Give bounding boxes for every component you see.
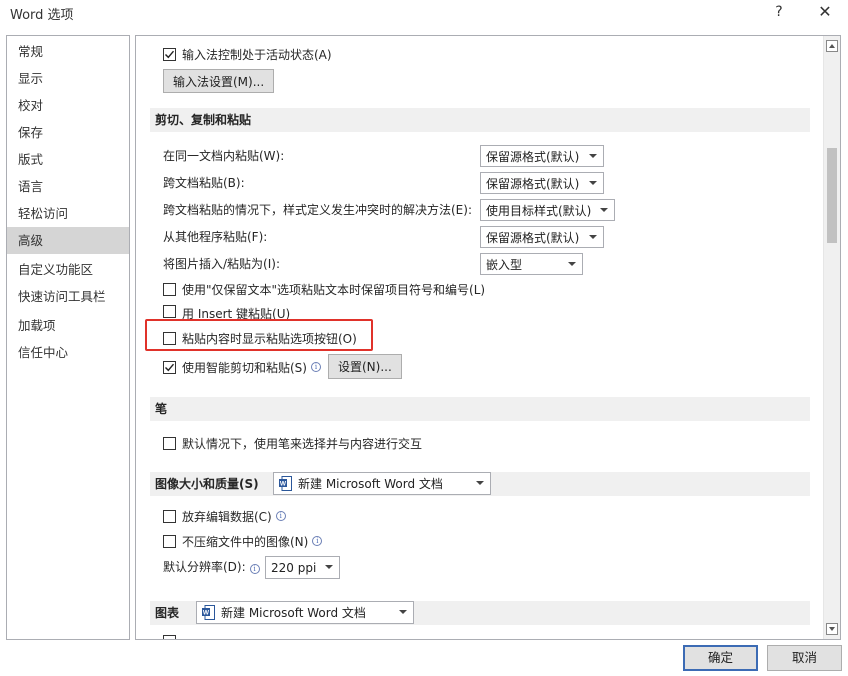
resolution-value: 220 ppi [271,560,317,575]
chevron-down-icon [589,235,597,239]
ok-button[interactable]: 确定 [683,645,758,671]
nav-item-general[interactable]: 常规 [7,38,129,65]
nav-item-advanced[interactable]: 高级 [7,227,129,254]
section-clipboard: 剪切、复制和粘贴 [150,108,810,132]
insert-key-checkbox[interactable] [163,305,176,318]
ime-active-checkbox[interactable] [163,47,176,61]
options-content: 输入法控制处于活动状态(A) 输入法设置(M)... 剪切、复制和粘贴 在同一文… [135,35,841,640]
smart-cut-checkbox[interactable] [163,360,176,374]
paste-within-label: 在同一文档内粘贴(W): [163,149,285,163]
nav-item-quick-access-toolbar[interactable]: 快速访问工具栏 [7,283,129,310]
paste-between-value: 保留源格式(默认) [486,176,580,191]
nav-item-trust-center[interactable]: 信任中心 [7,339,129,366]
info-icon: i [310,362,321,372]
no-compress-label: 不压缩文件中的图像(N) [182,534,309,549]
partial-checkbox [163,635,176,639]
nav-item-save[interactable]: 保存 [7,119,129,146]
insert-picture-label: 将图片插入/粘贴为(I): [163,257,280,271]
section-pen: 笔 [150,397,810,421]
default-pen-option[interactable]: 默认情况下，使用笔来选择并与内容进行交互 [163,432,422,454]
discard-edit-label: 放弃编辑数据(C) [182,509,272,524]
nav-item-add-ins[interactable]: 加载项 [7,312,129,339]
nav-item-accessibility[interactable]: 轻松访问 [7,200,129,227]
help-button[interactable]: ? [762,0,796,26]
window-title: Word 选项 [10,8,74,23]
word-document-icon: W [202,605,215,620]
content-scrollbar[interactable] [823,36,840,639]
resolution-select[interactable]: 220 ppi [265,556,340,579]
charts-doc-select[interactable]: W 新建 Microsoft Word 文档 [196,601,414,624]
highlight-box [145,319,373,351]
nav-item-customize-ribbon[interactable]: 自定义功能区 [7,256,129,283]
image-quality-doc-select[interactable]: W 新建 Microsoft Word 文档 [273,472,491,495]
insert-picture-select[interactable]: 嵌入型 [480,253,583,275]
nav-item-typography[interactable]: 版式 [7,146,129,173]
resolution-label-wrap: 默认分辨率(D): i [163,556,260,578]
paste-within-value: 保留源格式(默认) [486,149,580,164]
charts-heading: 图表 [155,606,180,620]
paste-conflict-label: 跨文档粘贴的情况下，样式定义发生冲突时的解决方法(E): [163,203,472,217]
nav-item-language[interactable]: 语言 [7,173,129,200]
svg-text:W: W [203,610,210,617]
cancel-button[interactable]: 取消 [767,645,842,671]
paste-conflict-select[interactable]: 使用目标样式(默认) [480,199,615,221]
paste-other-label: 从其他程序粘贴(F): [163,230,268,244]
svg-text:W: W [280,481,287,488]
charts-doc-value: 新建 Microsoft Word 文档 [221,606,366,620]
default-pen-label: 默认情况下，使用笔来选择并与内容进行交互 [182,436,423,451]
info-icon: i [275,511,286,521]
ime-settings-button[interactable]: 输入法设置(M)... [163,69,275,93]
chevron-down-icon [568,262,576,266]
no-compress-option[interactable]: 不压缩文件中的图像(N) i [163,530,323,552]
paste-between-select[interactable]: 保留源格式(默认) [480,172,604,194]
default-pen-checkbox[interactable] [163,436,176,450]
paste-within-select[interactable]: 保留源格式(默认) [480,145,604,167]
scroll-up-icon[interactable] [826,40,838,52]
discard-edit-option[interactable]: 放弃编辑数据(C) i [163,505,286,527]
scroll-down-icon[interactable] [826,623,838,635]
paste-conflict-value: 使用目标样式(默认) [486,203,592,218]
chevron-down-icon [589,181,597,185]
ime-active-label: 输入法控制处于活动状态(A) [182,47,332,62]
ime-active-option[interactable]: 输入法控制处于活动状态(A) [163,43,332,65]
paste-other-value: 保留源格式(默认) [486,230,580,245]
checkmark-icon [165,363,175,371]
info-icon: i [249,564,260,574]
discard-edit-checkbox[interactable] [163,509,176,523]
paste-between-label: 跨文档粘贴(B): [163,176,245,190]
chevron-down-icon [589,154,597,158]
chevron-down-icon [325,565,333,569]
options-nav: 常规 显示 校对 保存 版式 语言 轻松访问 高级 自定义功能区 快速访问工具栏… [6,35,130,640]
resolution-label: 默认分辨率(D): [163,560,246,574]
close-button[interactable]: ✕ [808,0,842,26]
nav-item-proofing[interactable]: 校对 [7,92,129,119]
info-icon: i [312,536,323,546]
nav-item-display[interactable]: 显示 [7,65,129,92]
checkmark-icon [165,50,175,58]
title-bar: Word 选项 ? ✕ [0,0,848,30]
image-quality-doc-value: 新建 Microsoft Word 文档 [298,477,443,491]
word-document-icon: W [279,476,292,491]
chevron-down-icon [600,208,608,212]
keep-bullets-label: 使用"仅保留文本"选项粘贴文本时保留项目符号和编号(L) [182,282,486,297]
keep-bullets-option[interactable]: 使用"仅保留文本"选项粘贴文本时保留项目符号和编号(L) [163,278,485,300]
chevron-down-icon [399,610,407,614]
smart-cut-label: 使用智能剪切和粘贴(S) [182,360,307,375]
scroll-thumb[interactable] [827,148,837,243]
partial-option-row [163,635,182,639]
smart-cut-settings-button[interactable]: 设置(N)... [328,354,402,379]
paste-other-select[interactable]: 保留源格式(默认) [480,226,604,248]
chevron-down-icon [476,481,484,485]
smart-cut-option[interactable]: 使用智能剪切和粘贴(S) i [163,356,321,378]
no-compress-checkbox[interactable] [163,534,176,548]
insert-picture-value: 嵌入型 [486,257,523,272]
image-quality-heading: 图像大小和质量(S) [155,477,259,491]
keep-bullets-checkbox[interactable] [163,282,176,296]
